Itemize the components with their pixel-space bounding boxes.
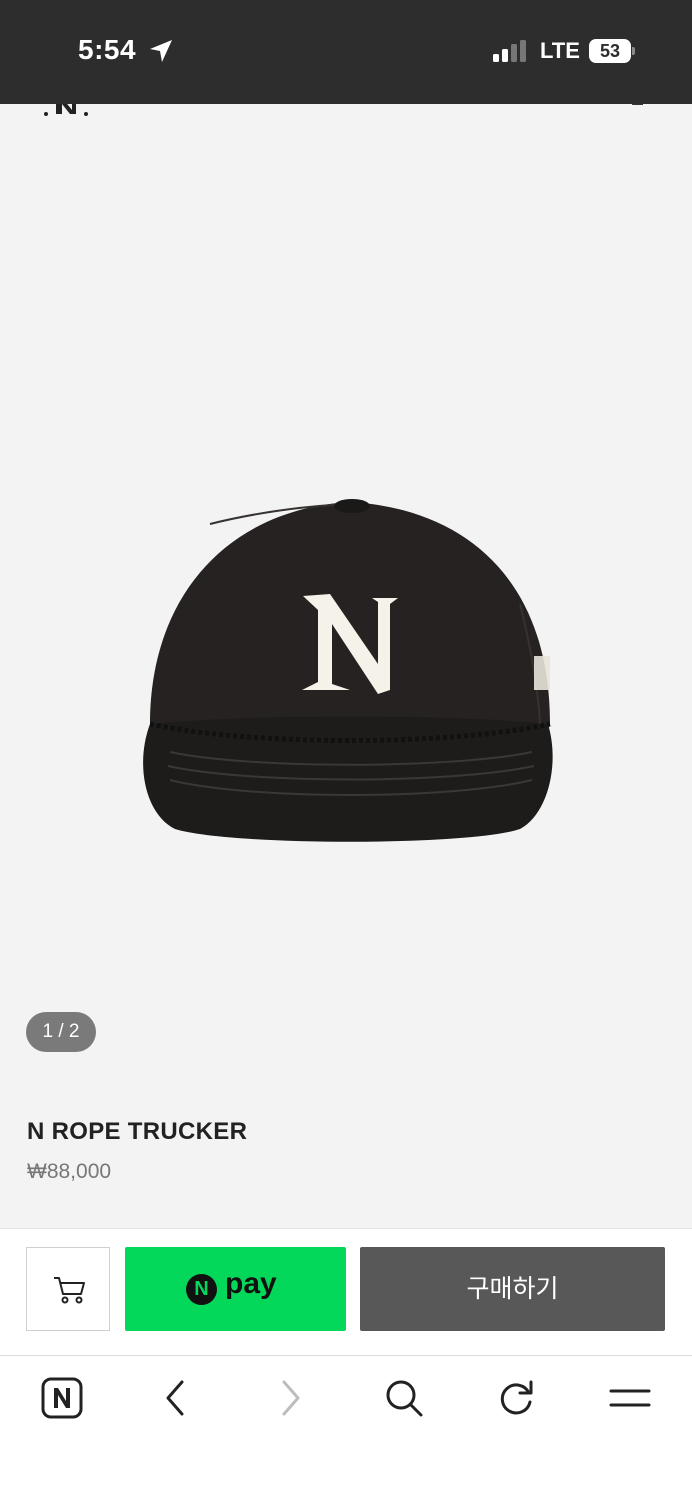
npay-button[interactable]: N pay: [125, 1247, 346, 1331]
browser-nav-bar: [0, 1355, 692, 1501]
header-cart-icon[interactable]: [625, 104, 645, 108]
status-bar: 5:54 LTE 53: [0, 0, 692, 104]
add-to-cart-button[interactable]: [26, 1247, 110, 1331]
purchase-bar: N pay 구매하기: [0, 1228, 692, 1355]
menu-icon[interactable]: [608, 1376, 652, 1420]
battery-level: 53: [589, 39, 631, 63]
network-type: LTE: [540, 38, 580, 63]
product-name: N ROPE TRUCKER: [27, 1118, 248, 1145]
location-arrow-icon: [150, 40, 172, 62]
status-time: 5:54: [78, 34, 137, 65]
site-logo-icon[interactable]: [42, 104, 92, 118]
forward-icon[interactable]: [268, 1376, 312, 1420]
search-icon[interactable]: [382, 1376, 426, 1420]
refresh-icon[interactable]: [495, 1376, 539, 1420]
naver-home-icon[interactable]: [40, 1376, 84, 1420]
npay-label: pay: [225, 1267, 277, 1300]
cart-icon: [54, 1277, 85, 1304]
product-price: ₩88,000: [27, 1160, 112, 1183]
back-icon[interactable]: [154, 1376, 198, 1420]
npay-logo-icon: N: [186, 1274, 217, 1305]
site-header: [0, 104, 692, 124]
signal-strength-icon: [493, 40, 526, 62]
product-image[interactable]: [0, 124, 692, 1074]
battery-cap: [632, 47, 635, 55]
buy-now-button[interactable]: 구매하기: [360, 1247, 665, 1331]
battery-icon: 53: [589, 39, 635, 63]
image-counter: 1 / 2: [26, 1012, 96, 1052]
